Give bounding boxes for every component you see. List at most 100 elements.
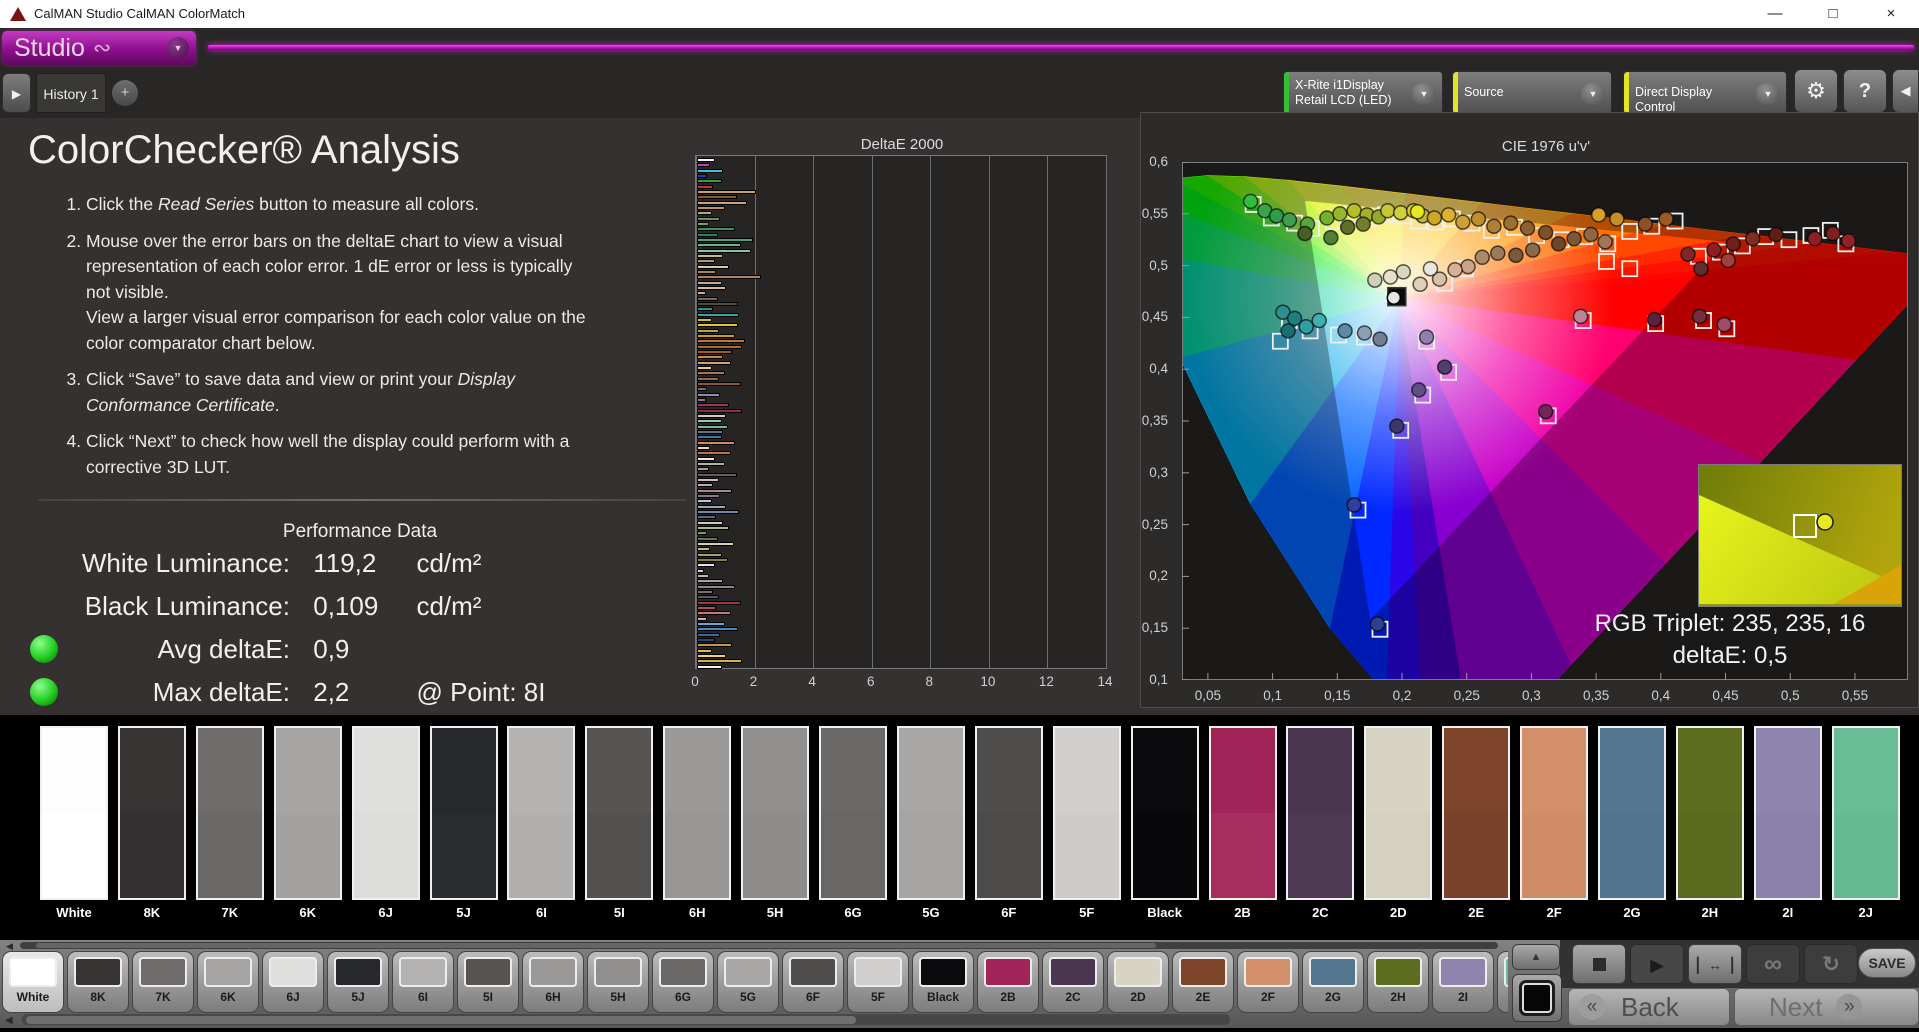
deltae-bar[interactable] [697, 221, 709, 226]
deltae-bar[interactable] [697, 344, 743, 349]
pattern-button-5j[interactable]: 5J [327, 951, 389, 1013]
deltae-bar[interactable] [697, 621, 725, 626]
back-button[interactable]: « Back [1568, 988, 1730, 1026]
pattern-button-2b[interactable]: 2B [977, 951, 1039, 1013]
deltae-bar[interactable] [697, 328, 719, 333]
deltae-bar[interactable] [697, 515, 717, 520]
pattern-button-2c[interactable]: 2C [1042, 951, 1104, 1013]
pattern-button-2h[interactable]: 2H [1367, 951, 1429, 1013]
deltae-bar[interactable] [697, 643, 733, 648]
deltae-bar[interactable] [697, 595, 719, 600]
read-series-button[interactable]: ▏↔▕ [1688, 944, 1742, 984]
deltae-bar[interactable] [697, 435, 722, 440]
deltae-bar[interactable] [697, 291, 706, 296]
deltae-bar[interactable] [697, 349, 733, 354]
deltae-bar[interactable] [697, 419, 722, 424]
deltae-bar[interactable] [697, 179, 722, 184]
pattern-button-2f[interactable]: 2F [1237, 951, 1299, 1013]
deltae-bar[interactable] [697, 168, 724, 173]
deltae-bar[interactable] [697, 205, 725, 210]
deltae-bar[interactable] [697, 493, 721, 498]
deltae-bar[interactable] [697, 232, 718, 237]
deltae-bar[interactable] [697, 211, 712, 216]
deltae-bar[interactable] [697, 296, 718, 301]
deltae-bar[interactable] [697, 520, 724, 525]
deltae-bar[interactable] [697, 269, 717, 274]
deltae-bar[interactable] [697, 323, 738, 328]
deltae-bar[interactable] [697, 509, 740, 514]
deltae-bar[interactable] [697, 301, 738, 306]
display-control-dropdown[interactable]: Direct Display Control ▼ [1623, 71, 1787, 115]
deltae-bar[interactable] [697, 456, 715, 461]
deltae-bar[interactable] [697, 611, 731, 616]
tab-history-1[interactable]: History 1 [36, 73, 106, 113]
pattern-button-2d[interactable]: 2D [1107, 951, 1169, 1013]
deltae-bar[interactable] [697, 408, 743, 413]
deltae-bar[interactable] [697, 477, 719, 482]
deltae-bar[interactable] [697, 355, 724, 360]
deltae-bar[interactable] [697, 200, 747, 205]
studio-logo[interactable]: Studio ∾ ▼ [2, 31, 196, 65]
chevron-down-icon[interactable]: ▼ [1412, 83, 1436, 105]
deltae-bar[interactable] [697, 317, 712, 322]
deltae-bar[interactable] [697, 573, 709, 578]
collapse-panel-button[interactable]: ◀ [1892, 69, 1919, 113]
deltae-bar[interactable] [697, 568, 705, 573]
deltae-bar[interactable] [697, 285, 727, 290]
deltae-bar[interactable] [697, 445, 711, 450]
deltae-bar[interactable] [697, 339, 746, 344]
deltae-bar[interactable] [697, 664, 722, 669]
deltae-bar[interactable] [697, 424, 728, 429]
pattern-button-8k[interactable]: 8K [67, 951, 129, 1013]
deltae-bar[interactable] [697, 376, 719, 381]
pattern-button-6h[interactable]: 6H [522, 951, 584, 1013]
deltae-bar[interactable] [697, 499, 712, 504]
pattern-button-6j[interactable]: 6J [262, 951, 324, 1013]
deltae-bar[interactable] [697, 312, 740, 317]
deltae-bar[interactable] [697, 365, 712, 370]
deltae-bar[interactable] [697, 280, 722, 285]
pattern-button-5g[interactable]: 5G [717, 951, 779, 1013]
deltae-bar[interactable] [697, 552, 722, 557]
deltae-bar[interactable] [697, 648, 712, 653]
deltae-bar[interactable] [697, 237, 753, 242]
deltae-bar[interactable] [697, 184, 714, 189]
help-button[interactable]: ? [1843, 69, 1887, 113]
deltae-bar[interactable] [697, 189, 756, 194]
save-button[interactable]: SAVE [1858, 948, 1916, 978]
deltae-bar[interactable] [697, 333, 736, 338]
deltae-bar[interactable] [697, 536, 718, 541]
chevron-down-icon[interactable]: ▼ [1756, 83, 1780, 105]
pattern-button-2g[interactable]: 2G [1302, 951, 1364, 1013]
deltae-bar[interactable] [697, 653, 727, 658]
deltae-bar[interactable] [697, 173, 708, 178]
deltae-bar[interactable] [697, 397, 706, 402]
deltae-bar[interactable] [697, 163, 711, 168]
pattern-scrollbar[interactable] [22, 1014, 1230, 1025]
pattern-button-white[interactable]: White [2, 951, 64, 1013]
deltae-bar[interactable] [697, 467, 709, 472]
scroll-thumb[interactable] [36, 943, 1156, 948]
deltae-bar[interactable] [697, 195, 737, 200]
deltae-bar[interactable] [697, 563, 715, 568]
deltae-bar[interactable] [697, 531, 708, 536]
deltae-bar[interactable] [697, 541, 734, 546]
settings-button[interactable]: ⚙ [1794, 69, 1838, 113]
add-tab-button[interactable]: + [112, 80, 138, 106]
deltae-bar[interactable] [697, 392, 721, 397]
deltae-bar[interactable] [697, 440, 736, 445]
close-button[interactable]: × [1876, 3, 1906, 25]
meter-dropdown[interactable]: X-Rite i1Display Retail LCD (LED) ▼ [1283, 71, 1443, 115]
deltae-bar[interactable] [697, 253, 724, 258]
deltae-bar[interactable] [697, 360, 731, 365]
pattern-button-6k[interactable]: 6K [197, 951, 259, 1013]
deltae-bar[interactable] [697, 627, 738, 632]
pattern-button-7k[interactable]: 7K [132, 951, 194, 1013]
deltae-bar[interactable] [697, 248, 752, 253]
deltae-bar[interactable] [697, 589, 714, 594]
deltae-bar[interactable] [697, 451, 731, 456]
pattern-button-2e[interactable]: 2E [1172, 951, 1234, 1013]
deltae-bar[interactable] [697, 403, 730, 408]
deltae-bar[interactable] [697, 547, 711, 552]
deltae-bar[interactable] [697, 216, 721, 221]
